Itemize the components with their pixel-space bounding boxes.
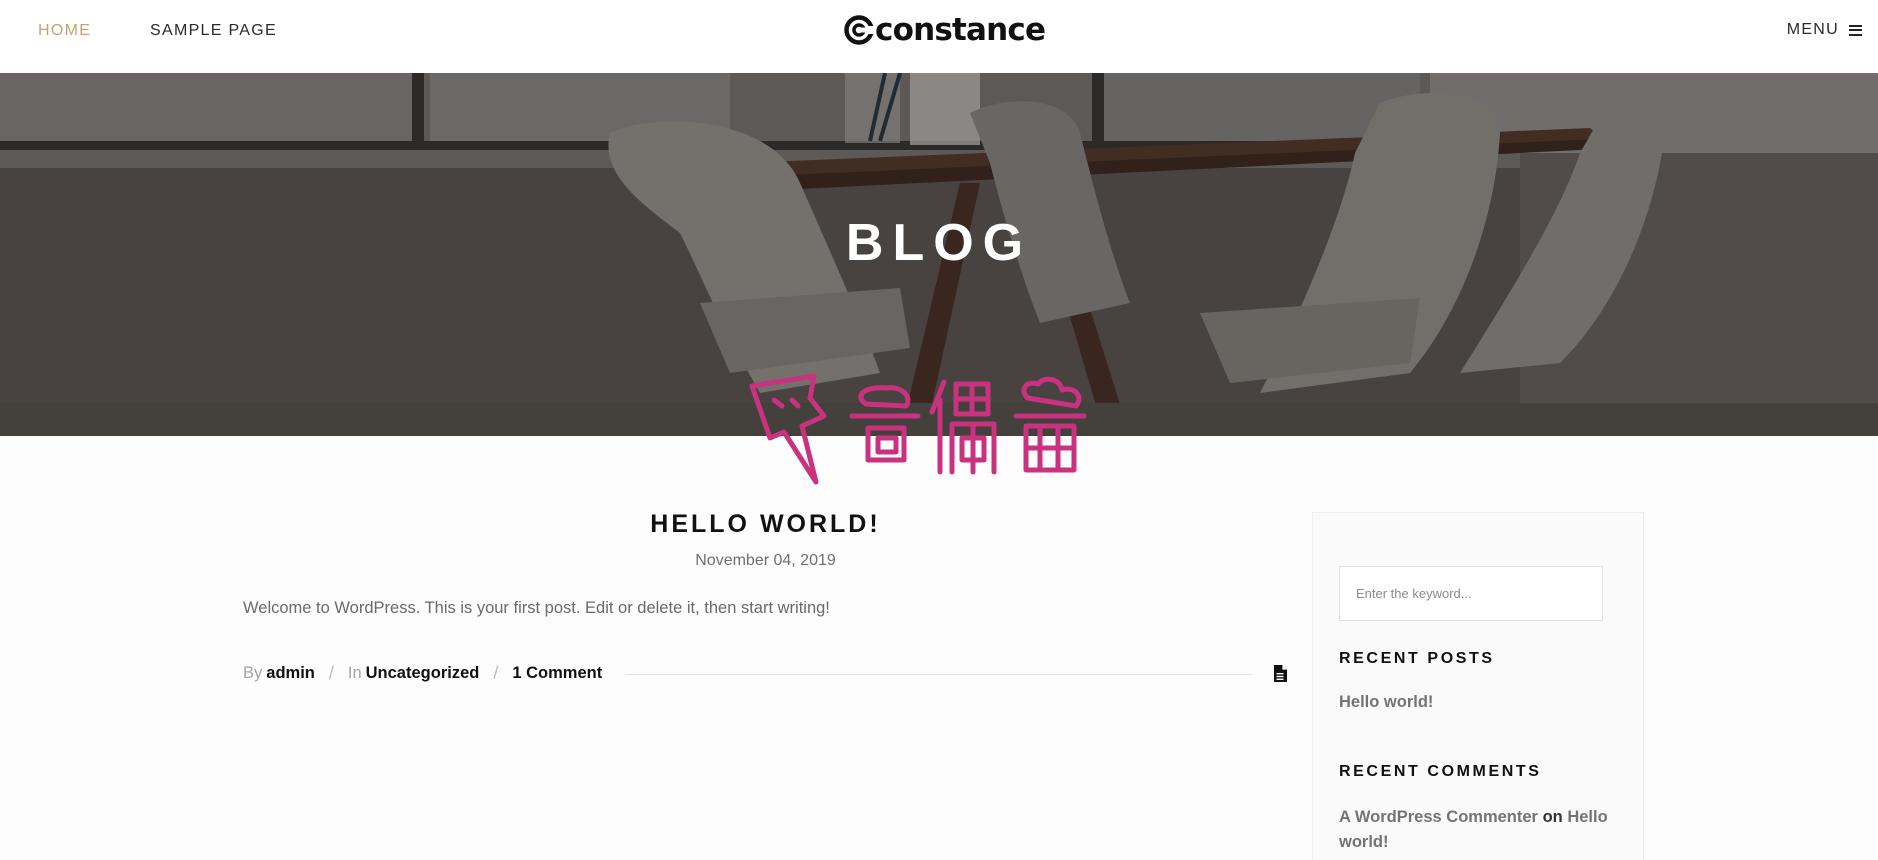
logo-text: constance (875, 11, 1046, 48)
comment-on-label: on (1542, 808, 1563, 826)
meta-comments-link[interactable]: 1 Comment (512, 664, 602, 683)
meta-category-link[interactable]: Uncategorized (366, 664, 480, 683)
recent-posts-title: RECENT POSTS (1339, 650, 1495, 667)
meta-author-link[interactable]: admin (266, 664, 315, 683)
post-meta: By admin / In Uncategorized / 1 Comment (243, 663, 602, 684)
logo-c-icon (844, 15, 874, 45)
site-logo[interactable]: constance (844, 10, 1046, 50)
recent-post-link[interactable]: Hello world! (1339, 693, 1433, 712)
nav-home-link[interactable]: HOME (38, 22, 91, 40)
recent-comment-item: A WordPress Commenter on Hello world! (1339, 805, 1619, 855)
menu-toggle-button[interactable]: MENU (1787, 21, 1862, 39)
sidebar: RECENT POSTS Hello world! RECENT COMMENT… (1312, 512, 1644, 860)
comment-author-link[interactable]: A WordPress Commenter (1339, 808, 1538, 826)
watermark-logo (749, 373, 1087, 485)
meta-separator: / (493, 663, 499, 683)
search-input[interactable] (1339, 566, 1603, 621)
recent-comments-title: RECENT COMMENTS (1339, 763, 1542, 780)
post-excerpt: Welcome to WordPress. This is your first… (243, 599, 830, 617)
meta-separator: / (328, 663, 334, 683)
meta-divider (626, 674, 1252, 675)
site-header: HOME SAMPLE PAGE constance MENU (0, 0, 1878, 73)
menu-label: MENU (1786, 21, 1839, 38)
post-date: November 04, 2019 (695, 552, 836, 569)
nav-sample-page-link[interactable]: SAMPLE PAGE (150, 22, 277, 40)
hero-title: BLOG (845, 214, 1033, 272)
post-title[interactable]: HELLO WORLD! (243, 510, 1288, 539)
hamburger-icon (1849, 24, 1862, 36)
meta-in-label: In (347, 664, 362, 682)
meta-by-label: By (243, 664, 263, 682)
document-icon (1274, 665, 1287, 682)
